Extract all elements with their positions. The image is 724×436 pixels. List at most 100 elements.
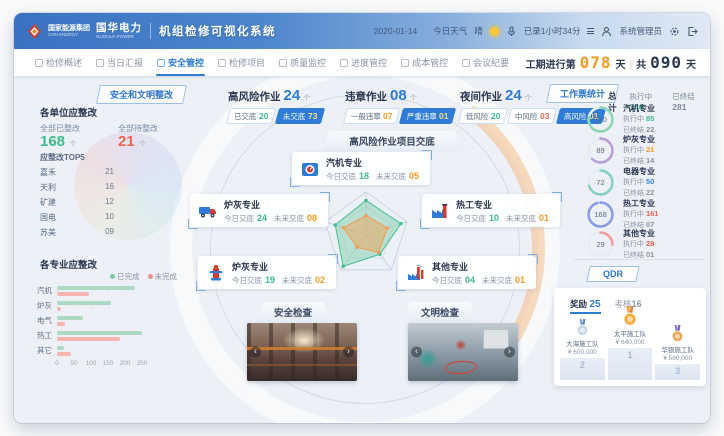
profession-name: 汽机专业 [326, 156, 419, 169]
ring-value: 72 [586, 168, 615, 197]
factory-icon [430, 201, 450, 221]
ticket-ring-row: 72 电器专业 执行中 50 已终结 22 [586, 168, 708, 198]
legend-done: 已完成 [110, 271, 140, 282]
ring-info: 其他专业 执行中 28 已终结 01 [623, 229, 655, 261]
silver-medal-icon [575, 319, 590, 337]
microphone-icon[interactable] [506, 26, 517, 37]
wrench-icon [35, 59, 43, 67]
team-name: 大海施工队 [566, 338, 599, 348]
todo-kpi: 21 个 [118, 133, 146, 151]
divider [574, 259, 704, 260]
carousel-prev-icon[interactable]: ‹ [411, 347, 422, 358]
bar-segment [57, 331, 142, 335]
top5-title: 应整改TOP5 [40, 152, 85, 163]
safety-check-carousel[interactable]: ‹ › [247, 323, 357, 381]
disclosure-section-title: 高风险作业项目交底 [322, 131, 462, 151]
todo-value: 21 [118, 133, 135, 150]
podium-step: 1 [608, 348, 653, 380]
profession-card-furnace[interactable]: 炉灰专业 今日交底19 未来交底02 [198, 256, 336, 289]
stat-value: 24 [284, 87, 301, 104]
podium-rank-3: 华银施工队 ¥ 580,000 3 [655, 325, 700, 380]
bar-segment [57, 352, 71, 356]
profession-card-ash[interactable]: 炉灰专业 今日交底24 未来交底08 [190, 194, 328, 227]
carousel-next-icon[interactable]: › [504, 347, 515, 358]
profession-card-other[interactable]: 其他专业 今日交底04 未来交底01 [398, 256, 536, 289]
notes-icon [462, 59, 470, 67]
bar-segment [57, 322, 65, 326]
ticket-ring-row: 168 热工专业 执行中 161 已终结 07 [586, 200, 708, 230]
weather-value: 晴 [474, 25, 483, 37]
user-name[interactable]: 系统管理员 [619, 25, 662, 37]
top5-row: 矿建12 [40, 197, 114, 208]
nav-tabbar: 检修概述 当日汇报 安全管控 检修项目 质量监控 进度管控 成本管控 会议纪要 … [14, 49, 710, 76]
stat-high-risk: 高风险作业 24 个 已交底20 未交底73 [228, 87, 323, 124]
team-name: 太平施工队 [614, 328, 647, 338]
bar-segment [57, 316, 83, 320]
total-days: 090 [650, 53, 682, 72]
stat-badge: 未交底73 [275, 108, 325, 124]
duration-days: 078 [580, 53, 612, 72]
stat-unit: 个 [410, 93, 417, 103]
bar-segment [57, 346, 64, 350]
done-unit: 个 [69, 141, 76, 148]
medal-ribbon-icon [279, 59, 287, 67]
done-value: 168 [40, 133, 65, 150]
ring-info: 热工专业 执行中 161 已终结 07 [623, 199, 658, 231]
profession-remediation-title: 各专业应整改 [40, 257, 97, 271]
stat-badge: 低风险20 [458, 108, 508, 124]
units-remediation-title: 各单位应整改 [40, 105, 97, 119]
safety-check-photo [247, 323, 357, 381]
bar-segment [57, 337, 120, 341]
profession-stats: 今日交底24 未来交底08 [224, 213, 317, 224]
carousel-prev-icon[interactable]: ‹ [250, 347, 261, 358]
menu-icon[interactable] [587, 28, 594, 34]
separator: | [424, 27, 426, 36]
stat-unit: 个 [303, 93, 310, 103]
tab-quality-monitor[interactable]: 质量监控 [272, 49, 333, 76]
stat-unit: 个 [525, 93, 532, 103]
tab-progress-control[interactable]: 进度管控 [333, 49, 394, 76]
project-duration: 工期进行第 078 天 | 共 090 天 [526, 53, 696, 72]
logout-icon[interactable] [687, 26, 698, 37]
tab-award[interactable]: 奖励 25 [570, 298, 601, 314]
annotation-ellipse [445, 360, 478, 375]
carousel-next-icon[interactable]: › [343, 347, 354, 358]
tab-cost-control[interactable]: 成本管控 [394, 49, 455, 76]
safety-civility-badge: 安全和文明整改 [96, 85, 187, 104]
tab-safety-control[interactable]: 安全管控 [150, 49, 211, 76]
user-icon [601, 26, 612, 37]
team-amount: ¥ 580,000 [663, 355, 692, 362]
tab-overview[interactable]: 检修概述 [28, 49, 89, 76]
settings-gear-icon[interactable] [669, 26, 680, 37]
stat-violation: 违章作业 08 个 一般违章07 严重违章01 [345, 87, 455, 124]
tab-daily-report[interactable]: 当日汇报 [89, 49, 150, 76]
report-icon [96, 59, 104, 67]
stat-title: 夜间作业 [460, 89, 502, 104]
profession-card-turbine[interactable]: 汽机专业 今日交底18 未来交底05 [292, 152, 430, 185]
qdr-badge: QDR [586, 266, 639, 282]
tab-meeting-minutes[interactable]: 会议纪要 [455, 49, 516, 76]
civility-check-carousel[interactable]: ‹ › [408, 323, 518, 381]
bar-segment [57, 286, 135, 290]
tab-maintenance-projects[interactable]: 检修项目 [211, 49, 272, 76]
stat-value: 24 [505, 87, 522, 104]
legend-todo: 未完成 [148, 271, 178, 282]
bar-segment [57, 307, 61, 311]
profession-stats: 今日交底19 未来交底02 [232, 275, 325, 286]
gold-medal-icon [621, 306, 639, 327]
hydrant-icon [206, 263, 226, 283]
team-amount: ¥ 600,000 [568, 349, 597, 356]
done-kpi: 168 个 [40, 133, 76, 151]
brand-name: 国华电力 [96, 23, 142, 34]
top-header: 国家能源集团 CHN ENERGY 国华电力 GUOHUA POWER 机组检修… [14, 13, 710, 49]
brand-block: 国华电力 GUOHUA POWER [96, 23, 142, 39]
top5-row: 国电10 [40, 212, 114, 223]
stat-badge: 严重违章01 [399, 108, 457, 124]
top5-row: 天利16 [40, 182, 114, 193]
ring-value: 120 [586, 105, 615, 134]
profession-name: 热工专业 [456, 198, 549, 211]
profession-stats: 今日交底18 未来交底05 [326, 171, 419, 182]
ring-value: 89 [586, 136, 615, 165]
team-name: 华银施工队 [661, 344, 694, 354]
profession-card-thermal[interactable]: 热工专业 今日交底10 未来交底01 [422, 194, 560, 227]
